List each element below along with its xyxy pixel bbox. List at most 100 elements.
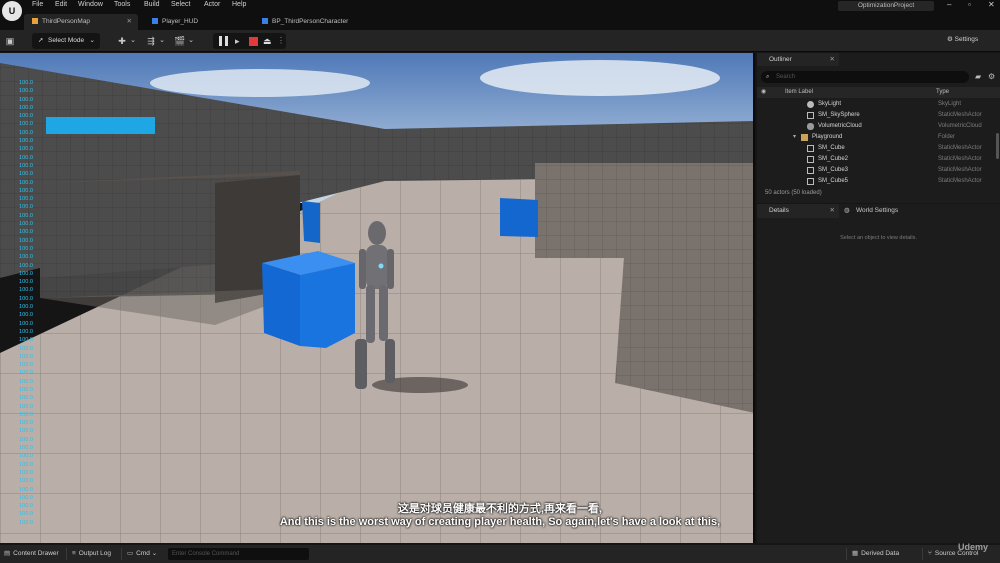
expand-arrow-icon[interactable]: ▾ xyxy=(793,132,796,143)
menu-help[interactable]: Help xyxy=(232,1,246,8)
stat-value: 100.0 xyxy=(19,237,33,244)
outliner-row-sm-cube2[interactable]: SM_Cube2 StaticMeshActor xyxy=(757,154,1000,165)
project-name: OptimizationProject xyxy=(838,1,934,11)
close-tab-icon[interactable]: ✕ xyxy=(127,14,132,30)
stat-value: 100.0 xyxy=(19,287,33,294)
blue-cube-front xyxy=(300,263,355,348)
stat-value: 100.0 xyxy=(19,221,33,228)
folder-icon xyxy=(801,134,808,141)
derived-data-button[interactable]: ▦ Derived Data xyxy=(852,549,899,559)
close-icon[interactable]: ✕ xyxy=(830,53,835,66)
menu-select[interactable]: Select xyxy=(171,1,190,8)
level-icon xyxy=(32,18,38,25)
widget-blueprint-icon xyxy=(152,18,158,25)
settings-button[interactable]: ⚙ Settings xyxy=(947,35,978,43)
stat-value: 100.0 xyxy=(19,129,33,136)
menu-file[interactable]: File xyxy=(32,1,43,8)
chevron-down-icon[interactable]: ⌄ xyxy=(185,35,197,47)
outliner-row-sm-skysphere[interactable]: SM_SkySphere StaticMeshActor xyxy=(757,110,1000,121)
outliner-row-sm-cube[interactable]: SM_Cube StaticMeshActor xyxy=(757,143,1000,154)
stat-value: 100.0 xyxy=(19,486,33,493)
row-type: StaticMeshActor xyxy=(938,156,982,162)
health-bar xyxy=(46,117,155,134)
source-control-icon: ⑂ xyxy=(928,550,932,557)
menu-build[interactable]: Build xyxy=(144,1,160,8)
menu-tools[interactable]: Tools xyxy=(114,1,130,8)
stat-value: 100.0 xyxy=(19,187,33,194)
outliner-search-input[interactable]: ⌕ Search xyxy=(761,71,969,83)
stat-value: 100.0 xyxy=(19,254,33,261)
outliner-header: ◉ Item Label Type xyxy=(757,87,1000,98)
chevron-down-icon[interactable]: ⌄ xyxy=(127,35,139,47)
stat-value: 100.0 xyxy=(19,171,33,178)
tab-player-hud[interactable]: Player_HUD xyxy=(144,14,198,30)
outliner-tab[interactable]: Outliner ✕ xyxy=(757,53,839,66)
pause-icon[interactable] xyxy=(219,36,228,46)
stat-value: 100.0 xyxy=(19,279,33,286)
stat-value: 100.0 xyxy=(19,154,33,161)
console-command-input[interactable]: Enter Console Command xyxy=(168,548,309,560)
eye-icon[interactable]: ◉ xyxy=(761,87,766,98)
static-mesh-icon xyxy=(807,156,814,163)
tab-bp-thirdpersoncharacter[interactable]: BP_ThirdPersonCharacter xyxy=(254,14,348,30)
eject-icon[interactable]: ⏏ xyxy=(263,36,273,46)
output-log-button[interactable]: ≡ Output Log xyxy=(72,549,111,559)
stat-value: 100.0 xyxy=(19,403,33,410)
unreal-logo-icon[interactable]: U xyxy=(2,1,22,21)
blue-cube-small xyxy=(302,201,320,243)
stat-value: 100.0 xyxy=(19,337,33,344)
chevron-down-icon[interactable]: ⌄ xyxy=(156,35,168,47)
menu-actor[interactable]: Actor xyxy=(204,1,220,8)
row-label: SM_Cube3 xyxy=(818,167,849,173)
stat-value: 100.0 xyxy=(19,312,33,319)
tab-thirdpersonmap[interactable]: ThirdPersonMap ✕ xyxy=(24,14,138,30)
close-window-button[interactable]: ✕ xyxy=(988,0,995,9)
row-label: Playground xyxy=(812,134,843,140)
level-viewport[interactable]: 100.0 100.0 100.0 100.0 100.0 100.0 100.0 100.0… xyxy=(0,53,755,543)
stat-value: 100.0 xyxy=(19,146,33,153)
separator xyxy=(66,548,67,560)
outliner-row-playground[interactable]: ▾ Playground Folder xyxy=(757,132,1000,143)
details-panel: Details ✕ ◍ World Settings Select an obj… xyxy=(757,204,1000,543)
minimize-button[interactable]: – xyxy=(947,0,951,9)
stat-value: 100.0 xyxy=(19,320,33,327)
col-type[interactable]: Type xyxy=(936,87,949,98)
stop-icon[interactable] xyxy=(249,37,258,46)
outliner-row-skylight[interactable]: SkyLight SkyLight xyxy=(757,99,1000,110)
content-drawer-label: Content Drawer xyxy=(13,550,59,557)
more-options-icon[interactable]: ⋮ xyxy=(277,36,287,46)
status-bar: ▤ Content Drawer ≡ Output Log ▭ Cmd ⌄ Enter… xyxy=(0,545,1000,563)
details-tab[interactable]: Details ✕ xyxy=(757,204,839,218)
row-type: StaticMeshActor xyxy=(938,145,982,151)
row-type: SkyLight xyxy=(938,101,962,107)
menu-edit[interactable]: Edit xyxy=(55,1,67,8)
select-mode-dropdown[interactable]: ➚ Select Mode ⌄ xyxy=(32,33,100,49)
outliner-row-sm-cube3[interactable]: SM_Cube3 StaticMeshActor xyxy=(757,165,1000,176)
outliner-row-volumetriccloud[interactable]: VolumetricCloud VolumetricCloud xyxy=(757,121,1000,132)
tab-label: ThirdPersonMap xyxy=(42,18,91,25)
stat-value: 100.0 xyxy=(19,453,33,460)
stat-value: 100.0 xyxy=(19,204,33,211)
derived-data-icon: ▦ xyxy=(852,550,859,557)
world-settings-tab[interactable]: ◍ World Settings xyxy=(841,204,921,218)
col-item-label[interactable]: Item Label xyxy=(785,87,813,98)
outliner-row-sm-cube5[interactable]: SM_Cube5 StaticMeshActor xyxy=(757,176,1000,187)
step-icon[interactable]: ▸ xyxy=(235,36,245,46)
menu-window[interactable]: Window xyxy=(78,1,103,8)
folder-add-icon[interactable]: ▰ xyxy=(975,72,984,81)
stat-value: 100.0 xyxy=(19,196,33,203)
cloud xyxy=(480,60,720,96)
content-drawer-button[interactable]: ▤ Content Drawer xyxy=(4,549,59,559)
stat-value: 100.0 xyxy=(19,378,33,385)
outliner-scrollbar[interactable] xyxy=(996,133,999,159)
light-icon xyxy=(807,101,814,108)
stat-value: 100.0 xyxy=(19,212,33,219)
maximize-button[interactable]: ▫ xyxy=(968,0,971,9)
gear-icon[interactable]: ⚙ xyxy=(988,72,997,81)
debug-stat-list: 100.0 100.0 100.0 100.0 100.0 100.0 100.0 100.0… xyxy=(19,79,43,527)
terminal-icon: ▭ xyxy=(127,550,134,557)
select-mode-label: Select Mode xyxy=(48,37,85,44)
cmd-dropdown[interactable]: ▭ Cmd ⌄ xyxy=(127,549,157,559)
save-icon[interactable]: ▣ xyxy=(4,35,16,47)
close-icon[interactable]: ✕ xyxy=(830,204,835,218)
